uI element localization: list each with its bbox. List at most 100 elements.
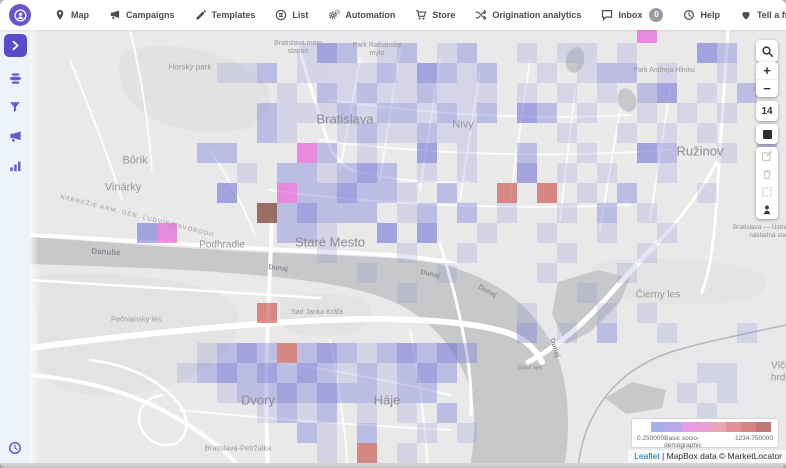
heatmap-cell[interactable] [297,343,317,363]
nav-item-campaigns[interactable]: Campaigns [99,0,185,30]
heatmap-cell[interactable] [577,183,597,203]
heatmap-cell[interactable] [317,63,337,83]
heatmap-cell[interactable] [457,63,477,83]
heatmap-cell[interactable] [337,63,357,83]
expand-sidebar-button[interactable] [3,34,27,57]
heatmap-cell[interactable] [397,203,417,223]
edit-selection-button[interactable] [756,147,778,165]
heatmap-cell[interactable] [157,223,177,243]
heatmap-cell[interactable] [317,343,337,363]
heatmap-cell[interactable] [517,43,537,63]
heatmap-cell[interactable] [477,83,497,103]
heatmap-cell[interactable] [357,143,377,163]
heatmap-cell[interactable] [457,343,477,363]
heatmap-cell[interactable] [457,243,477,263]
heatmap-cell[interactable] [697,43,717,63]
heatmap-cell[interactable] [217,183,237,203]
heatmap-cell[interactable] [297,163,317,183]
heatmap-cell[interactable] [657,123,677,143]
heatmap-cell[interactable] [417,363,437,383]
heatmap-cell[interactable] [397,283,417,303]
heatmap-cell[interactable] [357,83,377,103]
heatmap-cell[interactable] [417,163,437,183]
heatmap-cell[interactable] [357,163,377,183]
heatmap-cell[interactable] [617,63,637,83]
heatmap-cell[interactable] [557,243,577,263]
heatmap-cell[interactable] [477,63,497,83]
heatmap-cell[interactable] [457,143,477,163]
heatmap-cell[interactable] [397,43,417,63]
heatmap-cell[interactable] [637,143,657,163]
heatmap-cell[interactable] [357,263,377,283]
nav-item-tell-a-friend[interactable]: Tell a friend [730,0,786,30]
heatmap-cell[interactable] [697,183,717,203]
heatmap-cell[interactable] [317,443,337,463]
heatmap-cell[interactable] [257,383,277,403]
heatmap-cell[interactable] [377,63,397,83]
nav-item-inbox[interactable]: Inbox 0 [591,0,673,30]
heatmap-cell[interactable] [617,43,637,63]
heatmap-cell[interactable] [417,423,437,443]
zoom-out-button[interactable]: − [756,79,778,97]
heatmap-cell[interactable] [257,103,277,123]
heatmap-cell[interactable] [517,103,537,123]
heatmap-cell[interactable] [257,303,277,323]
heatmap-cell[interactable] [197,363,217,383]
heatmap-cell[interactable] [177,363,197,383]
heatmap-cell[interactable] [217,143,237,163]
heatmap-cell[interactable] [537,223,557,243]
nav-item-map[interactable]: Map [44,0,99,30]
heatmap-cell[interactable] [457,43,477,63]
heatmap-cell[interactable] [597,223,617,243]
heatmap-cell[interactable] [257,343,277,363]
heatmap-cell[interactable] [317,243,337,263]
heatmap-cell[interactable] [477,223,497,243]
heatmap-cell[interactable] [517,83,537,103]
nav-item-templates[interactable]: Templates [185,0,266,30]
nav-item-origination-analytics[interactable]: Origination analytics [465,0,591,30]
heatmap-cell[interactable] [377,103,397,123]
heatmap-cell[interactable] [357,63,377,83]
heatmap-cell[interactable] [717,383,737,403]
heatmap-cell[interactable] [417,203,437,223]
heatmap-cell[interactable] [317,103,337,123]
heatmap-cell[interactable] [357,123,377,143]
heatmap-cell[interactable] [257,203,277,223]
heatmap-cell[interactable] [597,163,617,183]
filter-button[interactable] [7,99,23,115]
map-canvas[interactable]: Bratislava main station Park Račianske mý… [30,30,786,468]
heatmap-cell[interactable] [217,63,237,83]
heatmap-cell[interactable] [637,103,657,123]
select-area-button[interactable] [756,183,778,201]
heatmap-cell[interactable] [477,103,497,123]
heatmap-cell[interactable] [297,103,317,123]
heatmap-cell[interactable] [437,43,457,63]
heatmap-cell[interactable] [677,103,697,123]
heatmap-cell[interactable] [277,203,297,223]
heatmap-cell[interactable] [637,30,657,43]
heatmap-cell[interactable] [577,103,597,123]
heatmap-cell[interactable] [357,403,377,423]
heatmap-cell[interactable] [237,363,257,383]
heatmap-cell[interactable] [637,83,657,103]
heatmap-cell[interactable] [397,183,417,203]
heatmap-cell[interactable] [657,143,677,163]
heatmap-cell[interactable] [437,83,457,103]
heatmap-cell[interactable] [277,123,297,143]
nav-item-automation[interactable]: Automation [318,0,405,30]
heatmap-cell[interactable] [277,163,297,183]
heatmap-cell[interactable] [377,183,397,203]
heatmap-cell[interactable] [437,123,457,143]
heatmap-cell[interactable] [337,183,357,203]
heatmap-cell[interactable] [717,103,737,123]
heatmap-cell[interactable] [537,183,557,203]
heatmap-cell[interactable] [337,343,357,363]
heatmap-cell[interactable] [397,403,417,423]
heatmap-cell[interactable] [597,63,617,83]
nav-item-help[interactable]: Help [673,0,730,30]
heatmap-cell[interactable] [577,143,597,163]
heatmap-cell[interactable] [297,423,317,443]
heatmap-cell[interactable] [457,163,477,183]
heatmap-cell[interactable] [357,383,377,403]
heatmap-cell[interactable] [457,83,477,103]
